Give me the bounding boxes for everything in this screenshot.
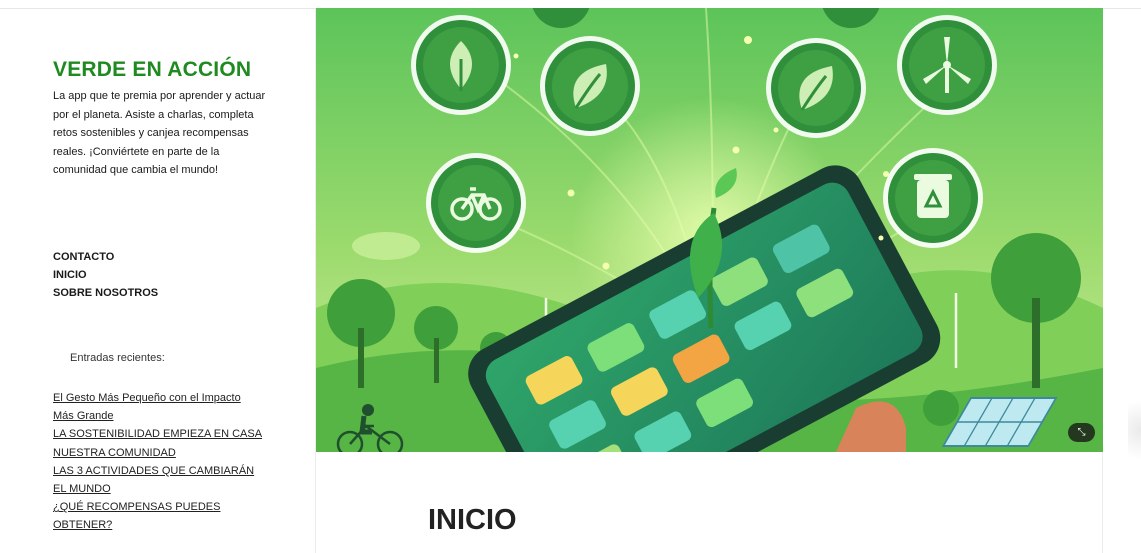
recent-post-link[interactable]: ¿QUÉ RECOMPENSAS PUEDES OBTENER?: [53, 501, 220, 531]
list-item: LA SOSTENIBILIDAD EMPIEZA EN CASA: [53, 425, 263, 443]
recent-post-link[interactable]: El Gesto Más Pequeño con el Impacto Más …: [53, 392, 241, 422]
site-title[interactable]: VERDE EN ACCIÓN: [53, 58, 251, 82]
bicycle-icon: [426, 153, 526, 253]
list-item: NUESTRA COMUNIDAD: [53, 444, 263, 462]
list-item: LAS 3 ACTIVIDADES QUE CAMBIARÁN EL MUNDO: [53, 462, 263, 498]
expand-icon[interactable]: ⤡: [1068, 423, 1095, 442]
recent-posts-list: El Gesto Más Pequeño con el Impacto Más …: [53, 389, 263, 535]
nav-item-contacto[interactable]: CONTACTO: [53, 248, 158, 266]
main-navigation: CONTACTO INICIO SOBRE NOSOTROS: [53, 248, 158, 302]
site-description: La app que te premia por aprender y actu…: [53, 90, 266, 177]
wind-turbine-icon: [897, 15, 997, 115]
recent-post-link[interactable]: NUESTRA COMUNIDAD: [53, 447, 176, 459]
list-item: ¿QUÉ RECOMPENSAS PUEDES OBTENER?: [53, 498, 263, 534]
recycle-bin-icon: [883, 148, 983, 248]
main-content: ⤡ INICIO: [315, 8, 1103, 553]
sidebar: VERDE EN ACCIÓN La app que te premia por…: [0, 0, 315, 553]
hero-image: ⤡: [316, 8, 1103, 452]
leaf-icon: [540, 36, 640, 136]
hero-icon-layer: [411, 15, 997, 253]
recent-post-link[interactable]: LAS 3 ACTIVIDADES QUE CAMBIARÁN EL MUNDO: [53, 465, 254, 495]
scroll-shadow: [1128, 390, 1141, 470]
nav-item-sobre-nosotros[interactable]: SOBRE NOSOTROS: [53, 284, 158, 302]
leaf-icon: [766, 38, 866, 138]
nav-item-inicio[interactable]: INICIO: [53, 266, 158, 284]
leaf-icon: [411, 15, 511, 115]
list-item: El Gesto Más Pequeño con el Impacto Más …: [53, 389, 263, 425]
recent-post-link[interactable]: LA SOSTENIBILIDAD EMPIEZA EN CASA: [53, 428, 262, 440]
recent-posts-heading: Entradas recientes:: [70, 352, 165, 364]
page-title: INICIO: [428, 504, 517, 536]
